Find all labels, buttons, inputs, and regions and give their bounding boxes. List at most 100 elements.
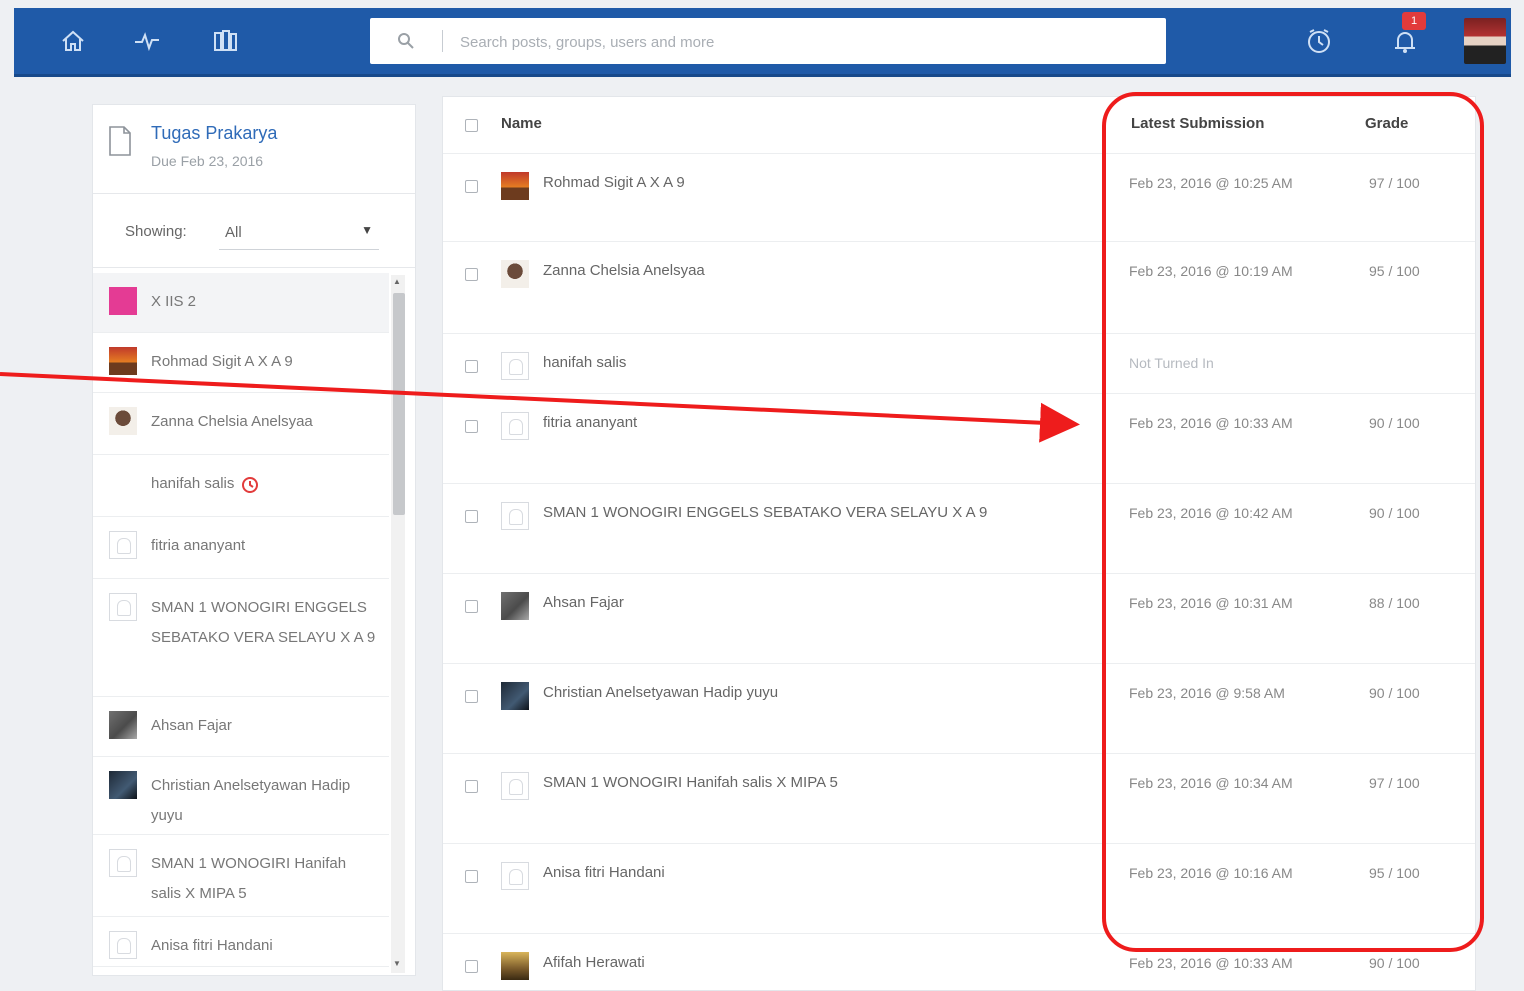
column-header-name[interactable]: Name [501, 115, 542, 132]
chevron-down-icon: ▼ [361, 223, 373, 237]
row-checkbox[interactable] [465, 600, 478, 613]
grade-value[interactable]: 95 / 100 [1369, 858, 1420, 888]
grade-value[interactable]: 90 / 100 [1369, 678, 1420, 708]
library-icon[interactable] [210, 26, 240, 56]
grade-value[interactable]: 95 / 100 [1369, 256, 1420, 286]
row-checkbox[interactable] [465, 420, 478, 433]
sidebar-student-item[interactable]: X IIS 2 [93, 273, 389, 333]
submission-date: Feb 23, 2016 @ 10:34 AM [1129, 775, 1293, 791]
column-header-latest-submission[interactable]: Latest Submission [1131, 115, 1264, 132]
assignment-sidebar: Tugas Prakarya Due Feb 23, 2016 Showing:… [92, 104, 416, 976]
table-row[interactable]: Zanna Chelsia Anelsyaa Feb 23, 2016 @ 10:… [443, 241, 1475, 334]
filter-label: Showing: [125, 223, 187, 240]
assignment-title[interactable]: Tugas Prakarya [151, 123, 277, 144]
table-row[interactable]: Christian Anelsetyawan Hadip yuyu Feb 23,… [443, 663, 1475, 754]
search-icon [396, 31, 416, 51]
table-row[interactable]: fitria ananyant Feb 23, 2016 @ 10:33 AM 90… [443, 393, 1475, 484]
student-name[interactable]: Christian Anelsetyawan Hadip yuyu [543, 678, 1103, 708]
bell-icon[interactable] [1390, 26, 1420, 56]
sidebar-student-item[interactable]: Ahsan Fajar [93, 697, 389, 757]
table-row[interactable]: Afifah Herawati Feb 23, 2016 @ 10:33 AM 90… [443, 933, 1475, 990]
sidebar-student-item[interactable]: SMAN 1 WONOGIRI Hanifah salis X MIPA 5 [93, 835, 389, 917]
row-checkbox[interactable] [465, 870, 478, 883]
sidebar-student-item[interactable]: Zanna Chelsia Anelsyaa [93, 393, 389, 455]
clock-icon[interactable] [1304, 26, 1334, 56]
submissions-table: Name Latest Submission Grade Rohmad Sigi… [442, 96, 1476, 991]
row-checkbox[interactable] [465, 180, 478, 193]
row-checkbox[interactable] [465, 690, 478, 703]
table-row[interactable]: Anisa fitri Handani Feb 23, 2016 @ 10:16 … [443, 843, 1475, 934]
filter-value: All [225, 224, 242, 241]
filter-dropdown[interactable]: All ▼ [219, 215, 379, 250]
search-bar[interactable] [370, 18, 1166, 64]
row-checkbox[interactable] [465, 780, 478, 793]
table-row[interactable]: SMAN 1 WONOGIRI Hanifah salis X MIPA 5 Fe… [443, 753, 1475, 844]
student-name[interactable]: Rohmad Sigit A X A 9 [543, 168, 1103, 198]
search-divider [442, 30, 443, 52]
table-row[interactable]: hanifah salis Not Turned In [443, 333, 1475, 394]
sidebar-student-name: Rohmad Sigit A X A 9 [151, 353, 293, 370]
home-icon[interactable] [58, 26, 88, 56]
sidebar-student-name: hanifah salis [151, 475, 235, 492]
sidebar-student-item[interactable]: Rohmad Sigit A X A 9 [93, 333, 389, 393]
row-checkbox[interactable] [465, 960, 478, 973]
scrollbar-thumb[interactable] [393, 293, 405, 515]
search-input[interactable] [458, 27, 1142, 57]
submission-date: Feb 23, 2016 @ 10:25 AM [1129, 175, 1293, 191]
sidebar-student-item[interactable]: fitria ananyant [93, 517, 389, 579]
late-alarm-icon [234, 475, 260, 494]
student-name[interactable]: SMAN 1 WONOGIRI Hanifah salis X MIPA 5 [543, 768, 1103, 798]
sidebar-student-item[interactable]: Christian Anelsetyawan Hadip yuyu [93, 757, 389, 835]
table-row[interactable]: SMAN 1 WONOGIRI ENGGELS SEBATAKO VERA SE… [443, 483, 1475, 574]
submission-date: Feb 23, 2016 @ 9:58 AM [1129, 685, 1285, 701]
grade-value[interactable]: 90 / 100 [1369, 948, 1420, 978]
student-name[interactable]: SMAN 1 WONOGIRI ENGGELS SEBATAKO VERA SE… [543, 498, 1103, 528]
grade-value[interactable]: 97 / 100 [1369, 768, 1420, 798]
row-checkbox[interactable] [465, 360, 478, 373]
scroll-down-icon[interactable]: ▼ [393, 959, 401, 968]
top-navigation-bar: 1 [14, 8, 1511, 77]
avatar [501, 412, 529, 440]
submission-date: Not Turned In [1129, 355, 1214, 371]
sidebar-student-name: SMAN 1 WONOGIRI Hanifah salis X MIPA 5 [151, 855, 347, 902]
avatar [109, 347, 137, 375]
table-header: Name Latest Submission Grade [443, 97, 1475, 151]
user-avatar[interactable] [1464, 18, 1506, 64]
student-name[interactable]: Afifah Herawati [543, 948, 1103, 978]
student-name[interactable]: fitria ananyant [543, 408, 1103, 438]
avatar [501, 592, 529, 620]
student-name[interactable]: Zanna Chelsia Anelsyaa [543, 256, 1103, 286]
sidebar-student-item[interactable]: hanifah salis [93, 455, 389, 517]
grade-value[interactable]: 88 / 100 [1369, 588, 1420, 618]
scroll-up-icon[interactable]: ▲ [393, 277, 401, 286]
grade-value[interactable]: 90 / 100 [1369, 408, 1420, 438]
avatar [109, 407, 137, 435]
assignment-header: Tugas Prakarya Due Feb 23, 2016 [93, 105, 415, 194]
grade-value[interactable]: 90 / 100 [1369, 498, 1420, 528]
student-name[interactable]: Ahsan Fajar [543, 588, 1103, 618]
sidebar-student-name: Ahsan Fajar [151, 717, 232, 734]
table-row[interactable]: Rohmad Sigit A X A 9 Feb 23, 2016 @ 10:25… [443, 153, 1475, 242]
submission-date: Feb 23, 2016 @ 10:33 AM [1129, 955, 1293, 971]
avatar [501, 502, 529, 530]
document-icon [107, 125, 133, 157]
grade-value[interactable]: 97 / 100 [1369, 168, 1420, 198]
column-header-grade[interactable]: Grade [1365, 115, 1408, 132]
sidebar-student-name: X IIS 2 [151, 293, 197, 310]
submission-date: Feb 23, 2016 @ 10:33 AM [1129, 415, 1293, 431]
select-all-checkbox[interactable] [465, 119, 478, 132]
activity-icon[interactable] [132, 26, 162, 56]
sidebar-student-item[interactable]: Anisa fitri Handani [93, 917, 389, 967]
student-name[interactable]: Anisa fitri Handani [543, 858, 1103, 888]
group-color-swatch [109, 287, 137, 315]
avatar [109, 711, 137, 739]
row-checkbox[interactable] [465, 510, 478, 523]
avatar [109, 849, 137, 877]
student-list: X IIS 2 Rohmad Sigit A X A 9 Zanna Chelsia… [93, 273, 389, 967]
student-name[interactable]: hanifah salis [543, 348, 1103, 378]
notification-badge: 1 [1402, 12, 1426, 30]
submission-date: Feb 23, 2016 @ 10:42 AM [1129, 505, 1293, 521]
table-row[interactable]: Ahsan Fajar Feb 23, 2016 @ 10:31 AM 88 / 1… [443, 573, 1475, 664]
sidebar-student-item[interactable]: SMAN 1 WONOGIRI ENGGELS SEBATAKO VERA SE… [93, 579, 389, 697]
row-checkbox[interactable] [465, 268, 478, 281]
